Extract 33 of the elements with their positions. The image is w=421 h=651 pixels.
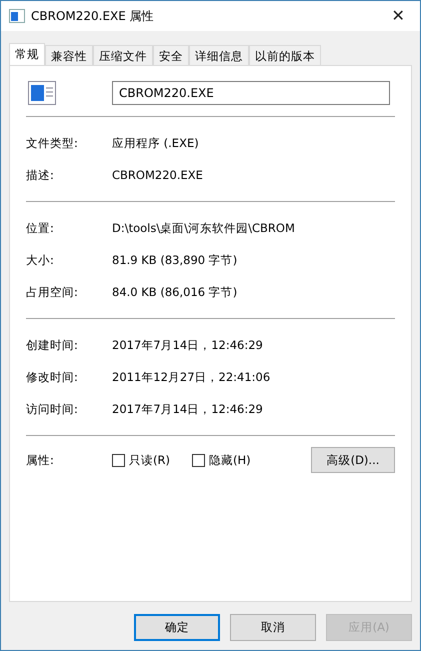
property-value: 2017年7月14日，12:46:29 bbox=[112, 338, 263, 352]
tab[interactable]: 安全 bbox=[153, 45, 189, 65]
property-value: 2011年12月27日，22:41:06 bbox=[112, 370, 270, 384]
advanced-button[interactable]: 高级(D)... bbox=[311, 447, 395, 473]
file-name-field[interactable]: CBROM220.EXE bbox=[112, 81, 390, 105]
property-label: 占用空间: bbox=[26, 284, 79, 300]
tab[interactable]: 压缩文件 bbox=[93, 45, 153, 65]
property-label: 修改时间: bbox=[26, 370, 79, 384]
application-icon bbox=[28, 81, 56, 105]
file-icon bbox=[9, 9, 25, 23]
tab[interactable]: 详细信息 bbox=[189, 45, 249, 65]
property-label: 描述: bbox=[26, 168, 55, 182]
dialog-button[interactable]: 取消 bbox=[230, 614, 316, 641]
tab[interactable]: 兼容性 bbox=[45, 45, 93, 65]
property-label: 大小: bbox=[26, 252, 55, 268]
tab[interactable]: 常规 bbox=[9, 43, 45, 65]
close-button[interactable]: ✕ bbox=[376, 1, 420, 31]
checkbox[interactable]: 隐藏(H) bbox=[192, 452, 251, 468]
tab[interactable]: 以前的版本 bbox=[249, 45, 321, 65]
property-label: 访问时间: bbox=[26, 402, 79, 416]
dialog-button[interactable]: 确定 bbox=[134, 614, 220, 641]
checkbox[interactable]: 只读(R) bbox=[112, 452, 170, 468]
property-value: 84.0 KB (86,016 字节) bbox=[112, 284, 238, 300]
property-value: 2017年7月14日，12:46:29 bbox=[112, 402, 263, 416]
window-title: CBROM220.EXE 属性 bbox=[31, 8, 155, 24]
property-label: 位置: bbox=[26, 220, 55, 236]
property-label: 创建时间: bbox=[26, 338, 79, 352]
property-value: 应用程序 (.EXE) bbox=[112, 136, 199, 150]
attributes-label: 属性: bbox=[26, 452, 55, 468]
property-value: D:\tools\桌面\河东软件园\CBROM bbox=[112, 220, 295, 236]
property-value: CBROM220.EXE bbox=[112, 168, 203, 182]
property-label: 文件类型: bbox=[26, 136, 79, 150]
property-value: 81.9 KB (83,890 字节) bbox=[112, 252, 238, 268]
